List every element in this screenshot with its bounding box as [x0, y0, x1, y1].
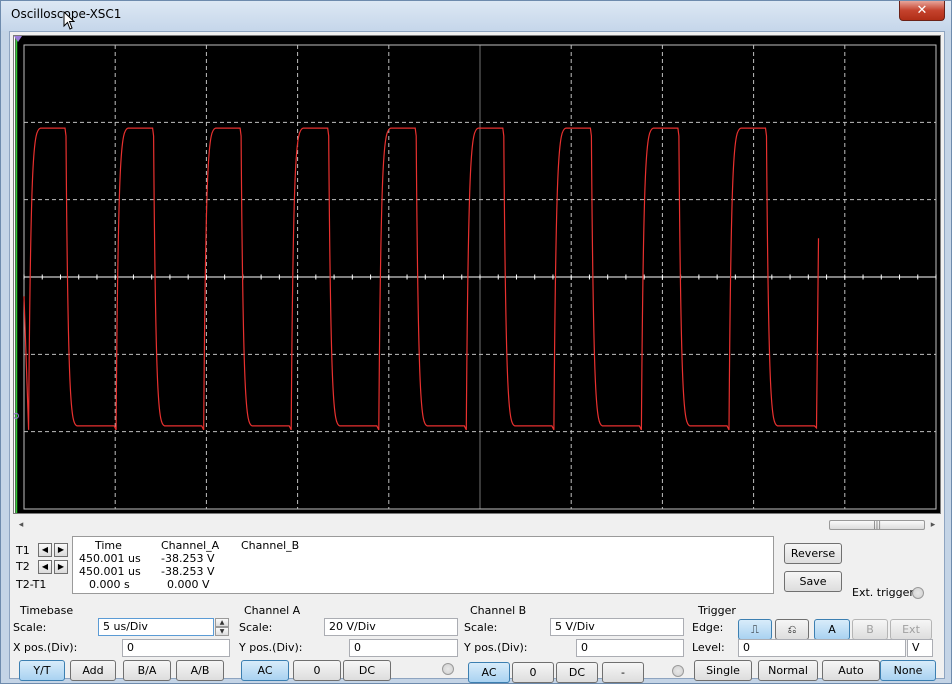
scroll-thumb[interactable]: |||: [829, 520, 925, 530]
channel-a-ac-button[interactable]: AC: [241, 660, 289, 681]
t2-channel-a: -38.253 V: [161, 565, 215, 578]
close-button[interactable]: ✕: [899, 1, 945, 21]
mode-add-button[interactable]: Add: [70, 660, 116, 681]
channel-b-ground-button[interactable]: -: [602, 662, 644, 683]
channel-a-scale-label: Scale:: [239, 621, 273, 634]
save-button[interactable]: Save: [784, 571, 842, 592]
cursor-markers[interactable]: [14, 36, 22, 513]
trigger-source-ext-button[interactable]: Ext: [890, 619, 932, 640]
header-channel-a: Channel_A: [161, 539, 220, 552]
scroll-left-icon[interactable]: ◂: [15, 518, 27, 532]
reverse-button[interactable]: Reverse: [784, 543, 842, 564]
ext-trigger-terminal[interactable]: [912, 587, 924, 599]
channel-b-ypos-label: Y pos.(Div):: [464, 641, 528, 654]
rising-edge-icon[interactable]: ⎍: [738, 619, 772, 640]
channel-a-terminal[interactable]: [442, 663, 454, 675]
timebase-scale-label: Scale:: [13, 621, 47, 634]
trigger-normal-button[interactable]: Normal: [758, 660, 818, 681]
instrument-panel: ◂ ||| ▸ T1 ◀ ▶ T2 ◀ ▶ T2-T1 Time Channel…: [9, 31, 945, 683]
t1-channel-a: -38.253 V: [161, 552, 215, 565]
mode-ab-button[interactable]: A/B: [176, 660, 224, 681]
grid: [23, 44, 937, 510]
mode-ba-button[interactable]: B/A: [123, 660, 171, 681]
spin-down-icon[interactable]: ▼: [215, 627, 229, 636]
channel-b-group-label: Channel B: [470, 604, 527, 617]
trigger-level-input[interactable]: 0: [738, 639, 906, 657]
title-bar[interactable]: Oscilloscope-XSC1 ✕: [1, 1, 951, 31]
mode-yt-button[interactable]: Y/T: [19, 660, 65, 681]
trigger-source-b-button[interactable]: B: [852, 619, 888, 640]
t2-time: 450.001 us: [79, 565, 141, 578]
t2-right-button[interactable]: ▶: [54, 560, 68, 574]
trigger-edge-label: Edge:: [692, 621, 724, 634]
scroll-right-icon[interactable]: ▸: [927, 518, 939, 532]
trigger-source-a-button[interactable]: A: [814, 619, 850, 640]
channel-a-zero-button[interactable]: 0: [293, 660, 341, 681]
oscilloscope-window: Oscilloscope-XSC1 ✕ ◂ ||| ▸ T1 ◀ ▶ T2 ◀ …: [0, 0, 952, 684]
channel-b-scale-input[interactable]: 5 V/Div: [550, 618, 684, 636]
t2-left-button[interactable]: ◀: [38, 560, 52, 574]
channel-b-terminal[interactable]: [672, 665, 684, 677]
scope-display[interactable]: [13, 35, 941, 514]
channel-b-scale-label: Scale:: [464, 621, 498, 634]
channel-a-ypos-label: Y pos.(Div):: [239, 641, 303, 654]
mouse-pointer-icon: [63, 11, 75, 30]
channel-a-group-label: Channel A: [244, 604, 301, 617]
timebase-scale-spinner[interactable]: ▲ ▼: [215, 618, 229, 636]
trigger-level-unit[interactable]: V: [907, 639, 933, 657]
t2-t1-channel-a: 0.000 V: [167, 578, 210, 591]
ext-trigger-label: Ext. trigger: [852, 586, 914, 599]
timebase-xpos-label: X pos.(Div):: [13, 641, 78, 654]
trigger-group-label: Trigger: [698, 604, 736, 617]
timebase-xpos-input[interactable]: 0: [122, 639, 230, 657]
header-channel-b: Channel_B: [241, 539, 300, 552]
t1-time: 450.001 us: [79, 552, 141, 565]
channel-b-ac-button[interactable]: AC: [468, 662, 510, 683]
channel-b-dc-button[interactable]: DC: [556, 662, 598, 683]
falling-edge-icon[interactable]: ⎌: [775, 619, 809, 640]
channel-a-dc-button[interactable]: DC: [343, 660, 391, 681]
measurement-readout: Time Channel_A Channel_B 450.001 us -38.…: [72, 536, 774, 594]
t2-t1-time: 0.000 s: [89, 578, 130, 591]
scope-screen: [14, 36, 937, 513]
channel-a-ypos-input[interactable]: 0: [349, 639, 458, 657]
spin-up-icon[interactable]: ▲: [215, 618, 229, 627]
trigger-level-label: Level:: [692, 641, 725, 654]
header-time: Time: [95, 539, 122, 552]
t1-right-button[interactable]: ▶: [54, 543, 68, 557]
channel-b-zero-button[interactable]: 0: [512, 662, 554, 683]
channel-a-scale-input[interactable]: 20 V/Div: [324, 618, 458, 636]
trigger-auto-button[interactable]: Auto: [822, 660, 880, 681]
t2-t1-label: T2-T1: [16, 578, 47, 591]
timebase-group-label: Timebase: [20, 604, 74, 617]
channel-b-ypos-input[interactable]: 0: [576, 639, 684, 657]
t2-label: T2: [16, 560, 30, 573]
horizontal-scrollbar[interactable]: ◂ ||| ▸: [13, 518, 941, 532]
t1-label: T1: [16, 544, 30, 557]
timebase-scale-input[interactable]: 5 us/Div: [98, 618, 214, 636]
trigger-single-button[interactable]: Single: [694, 660, 752, 681]
t1-left-button[interactable]: ◀: [38, 543, 52, 557]
trigger-none-button[interactable]: None: [880, 660, 936, 681]
